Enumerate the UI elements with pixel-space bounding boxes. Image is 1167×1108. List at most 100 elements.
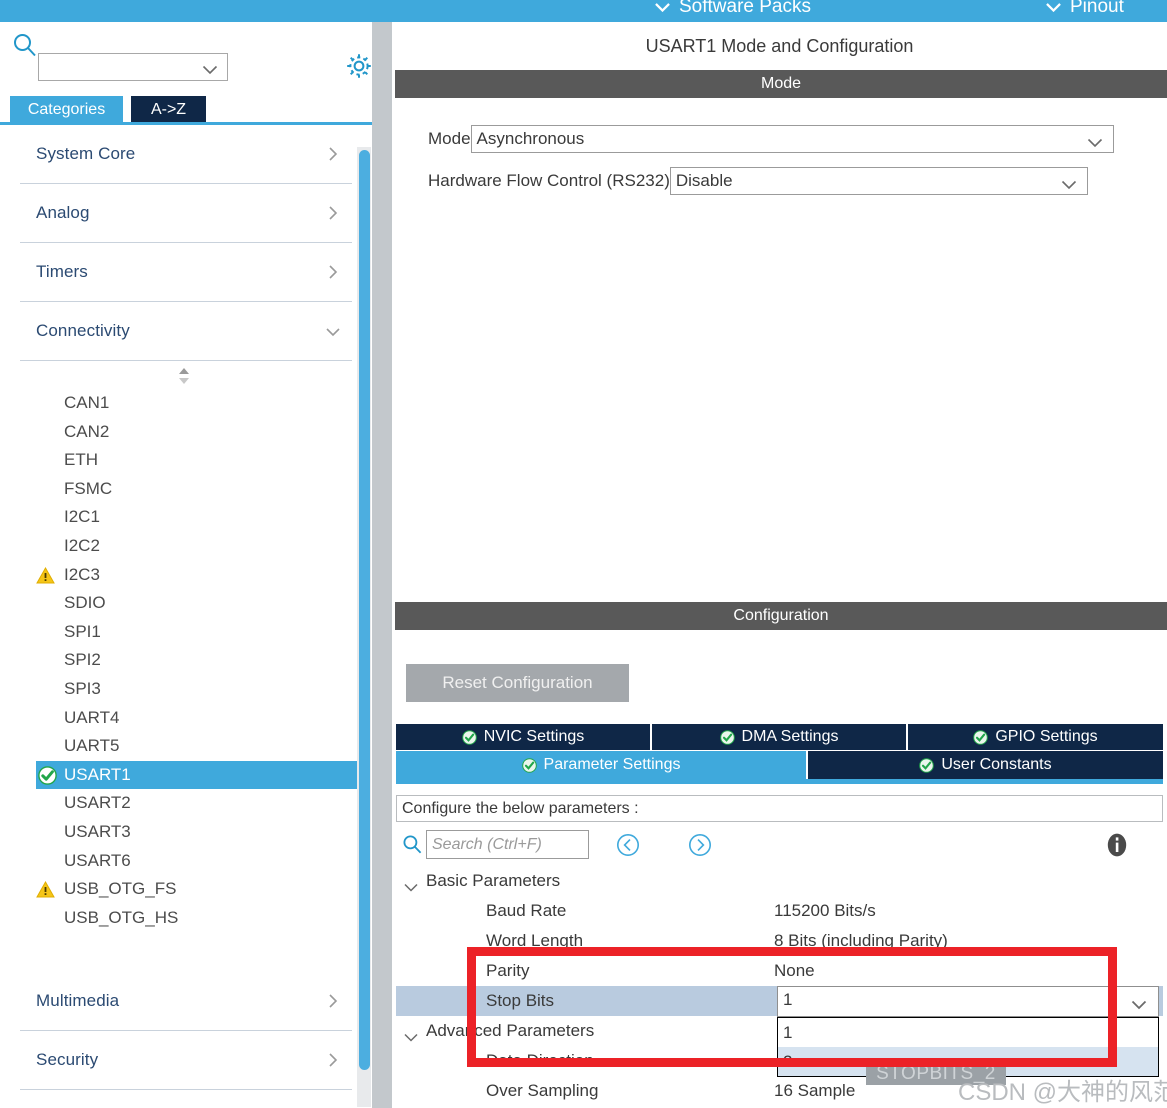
sidebar-category-system-core[interactable]: System Core (20, 125, 352, 184)
list-item[interactable]: SPI2 (0, 646, 372, 675)
peripheral-label: USART1 (64, 764, 131, 784)
search-combo[interactable] (38, 53, 228, 81)
check-circle-icon (919, 757, 935, 773)
table-row[interactable]: Word Length 8 Bits (including Parity) (396, 926, 1163, 956)
parameter-value: 115200 Bits/s (774, 901, 876, 920)
tab-dma-settings[interactable]: DMA Settings (652, 724, 908, 750)
peripheral-label: SPI3 (64, 678, 101, 698)
table-row[interactable]: Baud Rate 115200 Bits/s (396, 896, 1163, 926)
peripheral-label: I2C3 (64, 564, 100, 584)
sidebar-category-analog[interactable]: Analog (20, 184, 352, 243)
mode-select[interactable]: Asynchronous (470, 125, 1114, 153)
chevron-down-icon (404, 877, 418, 892)
check-circle-icon (973, 729, 989, 745)
chevron-down-icon (655, 2, 670, 12)
list-item[interactable]: USB_OTG_HS (0, 904, 372, 933)
stop-bits-selected-value: 1 (783, 990, 793, 1009)
category-label: Timers (36, 262, 88, 281)
tab-user-constants[interactable]: User Constants (808, 751, 1163, 779)
list-item[interactable]: CAN1 (0, 389, 372, 418)
parameter-value: 16 Sample (774, 1081, 856, 1100)
check-circle-icon (38, 765, 57, 785)
category-label: System Core (36, 144, 136, 163)
list-spinner[interactable] (0, 361, 372, 389)
sidebar-category-connectivity[interactable]: Connectivity (20, 302, 352, 361)
menu-item-software-packs[interactable]: Software Packs (655, 0, 811, 18)
reset-configuration-button[interactable]: Reset Configuration (406, 664, 629, 702)
search-input[interactable]: Search (Ctrl+F) (426, 830, 589, 859)
search-input[interactable] (43, 55, 197, 81)
prev-circle-icon[interactable] (616, 833, 640, 857)
gear-icon[interactable] (345, 52, 372, 80)
list-item[interactable]: USART6 (0, 847, 372, 876)
tab-accent-bar (396, 779, 1163, 784)
sidebar-scrollbar-thumb[interactable] (359, 150, 370, 1070)
chevron-right-icon (326, 206, 340, 220)
tab-label: Parameter Settings (543, 756, 681, 773)
top-menu-bar: Software Packs Pinout (0, 0, 1167, 22)
watermark: CSDN @大神的风范 (958, 1079, 1167, 1106)
section-header-configuration: Configuration (395, 602, 1167, 630)
sidebar-category-computing[interactable]: Computing (20, 1090, 352, 1108)
list-item[interactable]: USART3 (0, 818, 372, 847)
category-list: System Core Analog Timers Connectivity C… (0, 125, 372, 1108)
list-item[interactable]: ETH (0, 446, 372, 475)
parameter-name: Word Length (486, 931, 584, 950)
peripheral-label: USART3 (64, 821, 131, 841)
list-item[interactable]: SPI1 (0, 618, 372, 647)
group-basic-parameters[interactable]: Basic Parameters (396, 866, 1163, 896)
list-item[interactable]: I2C2 (0, 532, 372, 561)
tab-categories[interactable]: Categories (10, 96, 123, 124)
peripheral-label: UART4 (64, 707, 120, 727)
parameter-name: Stop Bits (486, 991, 555, 1010)
list-item[interactable]: CAN2 (0, 418, 372, 447)
peripheral-label: USB_OTG_HS (64, 907, 179, 927)
peripheral-label: I2C2 (64, 535, 100, 555)
search-icon (12, 32, 38, 58)
dropdown-option-1[interactable]: 1 (778, 1018, 1158, 1047)
list-item[interactable]: I2C3 (0, 561, 372, 590)
parameter-value: None (774, 961, 815, 980)
peripheral-label: FSMC (64, 478, 113, 498)
list-item[interactable]: USB_OTG_FS (0, 875, 372, 904)
sidebar-category-timers[interactable]: Timers (20, 243, 352, 302)
tab-a-to-z[interactable]: A->Z (131, 96, 206, 124)
field-mode: Mode Asynchronous (428, 125, 1114, 153)
parameter-name: Over Sampling (486, 1081, 599, 1100)
list-item[interactable]: I2C1 (0, 503, 372, 532)
sidebar-category-security[interactable]: Security (20, 1031, 352, 1091)
list-item[interactable]: UART5 (0, 732, 372, 761)
table-row[interactable]: Parity None (396, 956, 1163, 986)
peripheral-label: SPI2 (64, 650, 101, 670)
stop-bits-select[interactable]: 1 (777, 986, 1159, 1017)
info-icon[interactable] (1104, 832, 1130, 858)
panel-divider (372, 22, 392, 1108)
tab-nvic-settings[interactable]: NVIC Settings (396, 724, 652, 750)
chevron-right-icon (326, 265, 340, 279)
chevron-down-icon (1061, 177, 1077, 190)
list-item[interactable]: SPI3 (0, 675, 372, 704)
peripheral-label: CAN2 (64, 421, 110, 441)
sidebar-tabs: Categories A->Z (0, 96, 372, 124)
parameter-search-row: Search (Ctrl+F) (396, 828, 1163, 864)
hardware-flow-control-select[interactable]: Disable (669, 167, 1088, 195)
check-circle-icon (521, 757, 537, 773)
peripheral-list: CAN1 CAN2 ETH FSMC I2C1 I2C2 I2C3 SDIO S… (0, 361, 372, 932)
list-item[interactable]: SDIO (0, 589, 372, 618)
next-circle-icon[interactable] (688, 833, 712, 857)
list-item[interactable]: FSMC (0, 475, 372, 504)
peripheral-label: I2C1 (64, 507, 100, 527)
table-row-stop-bits[interactable]: Stop Bits 1 1 2 (396, 986, 1163, 1077)
category-label: Analog (36, 203, 90, 222)
tab-label: User Constants (941, 756, 1052, 773)
menu-item-pinout[interactable]: Pinout (1046, 0, 1124, 18)
sidebar-item-usart1[interactable]: USART1 (36, 760, 364, 790)
list-item[interactable]: UART4 (0, 704, 372, 733)
tab-gpio-settings[interactable]: GPIO Settings (908, 724, 1163, 750)
chevron-down-icon (1131, 997, 1147, 1010)
tab-parameter-settings[interactable]: Parameter Settings (396, 751, 808, 779)
list-item[interactable]: USART2 (0, 789, 372, 818)
peripheral-label: CAN1 (64, 393, 110, 412)
sidebar-category-multimedia[interactable]: Multimedia (20, 972, 352, 1032)
peripheral-label: SPI1 (64, 621, 101, 641)
